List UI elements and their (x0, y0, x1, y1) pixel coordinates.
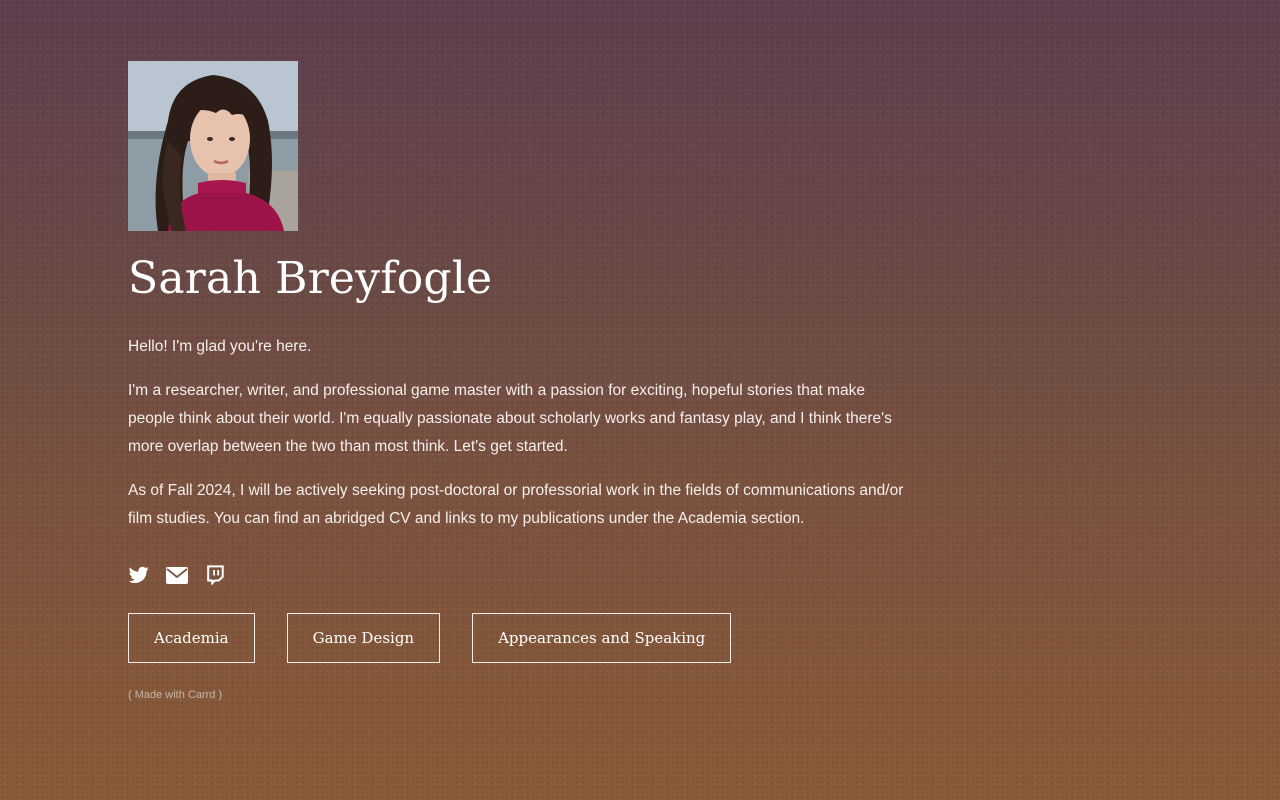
made-with-carrd: ( Made with Carrd ) (128, 689, 908, 701)
bio-text: I'm a researcher, writer, and profession… (128, 382, 892, 455)
main-content: Sarah Breyfogle Hello! I'm glad you're h… (128, 61, 908, 701)
page-title: Sarah Breyfogle (128, 253, 493, 304)
email-link[interactable] (166, 564, 188, 586)
portrait-photo (128, 61, 298, 231)
greeting-text: Hello! I'm glad you're here. (128, 338, 312, 355)
envelope-icon (166, 566, 188, 584)
status-text: As of Fall 2024, I will be actively seek… (128, 482, 904, 527)
social-links (128, 563, 908, 587)
twitter-icon (129, 566, 149, 583)
game-design-button[interactable]: Game Design (286, 613, 441, 663)
avatar (128, 61, 298, 231)
carrd-credit-link[interactable]: ( Made with Carrd ) (128, 689, 222, 701)
twitch-icon (207, 565, 224, 585)
academia-button[interactable]: Academia (128, 613, 255, 663)
appearances-button[interactable]: Appearances and Speaking (472, 613, 732, 663)
twitch-link[interactable] (204, 564, 226, 586)
navigation-buttons: Academia Game Design Appearances and Spe… (128, 613, 908, 663)
twitter-link[interactable] (128, 564, 150, 586)
